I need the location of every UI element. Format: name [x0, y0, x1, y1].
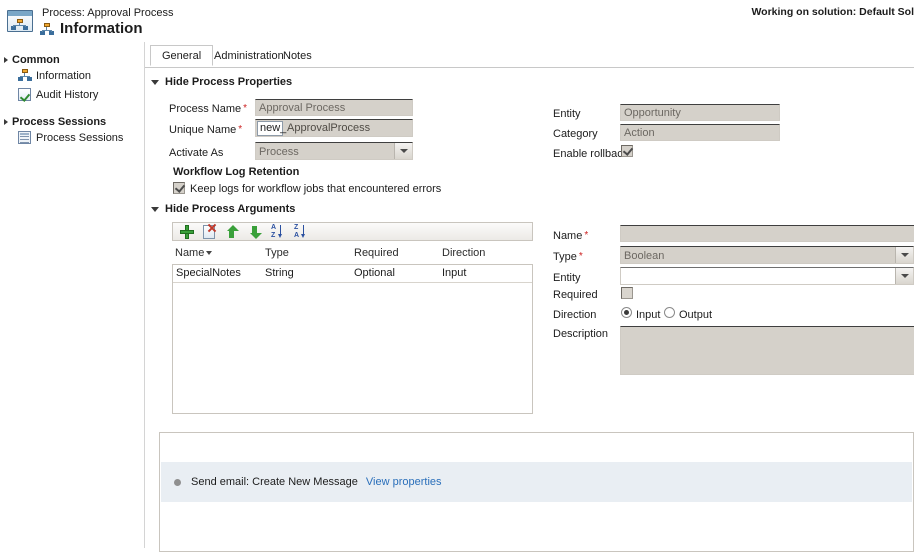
sidebar-item-audit-history[interactable]: Audit History	[0, 85, 144, 104]
workflow-step-row[interactable]: Send email: Create New Message View prop…	[161, 462, 912, 502]
solution-status: Working on solution: Default Sol	[751, 6, 914, 18]
section-label: Hide Process Properties	[165, 76, 293, 88]
collapse-triangle-icon	[4, 119, 8, 125]
table-row-cell-name[interactable]: SpecialNotes	[176, 267, 241, 279]
sidebar-group-process-sessions: Process Sessions Process Sessions	[0, 116, 144, 147]
column-header-name[interactable]: Name	[175, 247, 213, 259]
sort-descending-icon	[206, 251, 213, 256]
process-node-icon	[40, 23, 54, 36]
tab-strip: General Administration Notes	[145, 45, 914, 68]
enable-rollback-label: Enable rollback	[553, 148, 629, 160]
section-header-process-properties[interactable]: Hide Process Properties	[151, 76, 292, 88]
process-node-icon	[18, 69, 32, 82]
unique-name-suffix: ApprovalProcess	[287, 122, 371, 134]
keep-logs-label: Keep logs for workflow jobs that encount…	[190, 183, 442, 195]
sidebar-group-header-process-sessions[interactable]: Process Sessions	[0, 116, 144, 128]
enable-rollback-checkbox[interactable]	[621, 145, 633, 157]
argument-name-input[interactable]	[620, 225, 914, 242]
sidebar: Common Information Audit History Process…	[0, 42, 145, 548]
sidebar-item-information[interactable]: Information	[0, 66, 144, 85]
collapse-triangle-icon	[4, 57, 8, 63]
direction-output-label[interactable]: Output	[679, 309, 712, 321]
chevron-down-icon[interactable]	[895, 268, 913, 284]
argument-entity-label: Entity	[553, 272, 581, 284]
arguments-grid	[172, 264, 533, 414]
grid-window-icon	[18, 131, 31, 144]
sidebar-group-label: Process Sessions	[12, 116, 107, 128]
tab-general[interactable]: General	[150, 45, 214, 66]
direction-output-radio[interactable]	[664, 307, 675, 318]
process-information-window: Process: Approval Process Information Wo…	[0, 0, 914, 552]
workflow-log-retention-header: Workflow Log Retention	[173, 166, 300, 178]
category-field: Action	[620, 124, 780, 141]
unique-name-label: Unique Name *	[169, 124, 243, 136]
argument-type-value: Boolean	[624, 250, 665, 262]
table-row-cell-required[interactable]: Optional	[354, 267, 395, 279]
chevron-down-icon[interactable]	[394, 143, 412, 159]
sidebar-item-label: Information	[36, 69, 92, 82]
activate-as-label: Activate As	[169, 147, 224, 159]
chevron-down-icon[interactable]	[895, 247, 913, 263]
add-argument-button[interactable]	[179, 224, 195, 240]
page-title: Information	[60, 20, 143, 37]
column-header-direction[interactable]: Direction	[442, 247, 485, 259]
argument-entity-value	[621, 268, 895, 284]
sidebar-item-process-sessions[interactable]: Process Sessions	[0, 128, 144, 147]
unique-name-field[interactable]: new_ ApprovalProcess	[255, 119, 413, 137]
process-name-field: Approval Process	[255, 99, 413, 116]
process-name-label: Process Name *	[169, 103, 248, 115]
delete-argument-button[interactable]	[202, 223, 218, 240]
activate-as-dropdown[interactable]: Process	[255, 142, 413, 160]
argument-required-label: Required	[553, 289, 598, 301]
step-description: Send email: Create New Message	[191, 476, 358, 488]
direction-input-radio[interactable]	[621, 307, 632, 318]
column-header-required[interactable]: Required	[354, 247, 399, 259]
chevron-down-icon	[151, 206, 159, 212]
argument-required-checkbox[interactable]	[621, 287, 633, 299]
argument-entity-dropdown[interactable]	[620, 267, 914, 285]
arguments-toolbar: AZ ZA	[172, 222, 533, 241]
activate-as-value: Process	[259, 146, 299, 158]
entity-field: Opportunity	[620, 104, 780, 121]
column-header-type[interactable]: Type	[265, 247, 289, 259]
step-bullet-icon	[174, 478, 181, 486]
category-label: Category	[553, 128, 598, 140]
argument-type-label: Type *	[553, 251, 583, 263]
process-icon	[7, 10, 33, 32]
move-up-button[interactable]	[225, 224, 241, 240]
sidebar-group-label: Common	[12, 54, 60, 66]
tab-notes[interactable]: Notes	[271, 45, 324, 66]
table-row-cell-direction[interactable]: Input	[442, 267, 466, 279]
argument-type-dropdown[interactable]: Boolean	[620, 246, 914, 264]
move-down-button[interactable]	[248, 224, 264, 240]
argument-direction-label: Direction	[553, 309, 597, 321]
workflow-steps-panel: Send email: Create New Message View prop…	[159, 432, 914, 552]
argument-description-textarea[interactable]	[620, 326, 914, 375]
sidebar-item-label: Process Sessions	[36, 131, 124, 144]
sidebar-item-label: Audit History	[36, 88, 99, 101]
sort-ascending-button[interactable]: AZ	[271, 224, 287, 240]
process-subtitle: Process: Approval Process	[42, 7, 174, 19]
audit-check-icon	[18, 88, 31, 101]
sidebar-group-header-common[interactable]: Common	[0, 54, 144, 66]
section-header-process-arguments[interactable]: Hide Process Arguments	[151, 203, 295, 215]
argument-description-label: Description	[553, 328, 609, 340]
argument-name-label: Name *	[553, 230, 589, 242]
sort-descending-button[interactable]: ZA	[294, 224, 310, 240]
unique-name-prefix-input[interactable]: new_	[257, 120, 286, 136]
arguments-grid-header: Name Type Required Direction	[172, 247, 533, 261]
chevron-down-icon	[151, 79, 159, 85]
title-bar: Process: Approval Process Information Wo…	[0, 0, 914, 42]
direction-input-label[interactable]: Input	[636, 309, 660, 321]
view-properties-link[interactable]: View properties	[366, 476, 442, 488]
entity-label: Entity	[553, 108, 581, 120]
content-area: General Administration Notes Hide Proces…	[145, 42, 914, 552]
sidebar-group-common: Common Information Audit History	[0, 54, 144, 104]
section-label: Hide Process Arguments	[165, 203, 296, 215]
table-row-cell-type[interactable]: String	[265, 267, 294, 279]
row-divider	[173, 282, 532, 283]
keep-logs-checkbox[interactable]	[173, 182, 185, 194]
